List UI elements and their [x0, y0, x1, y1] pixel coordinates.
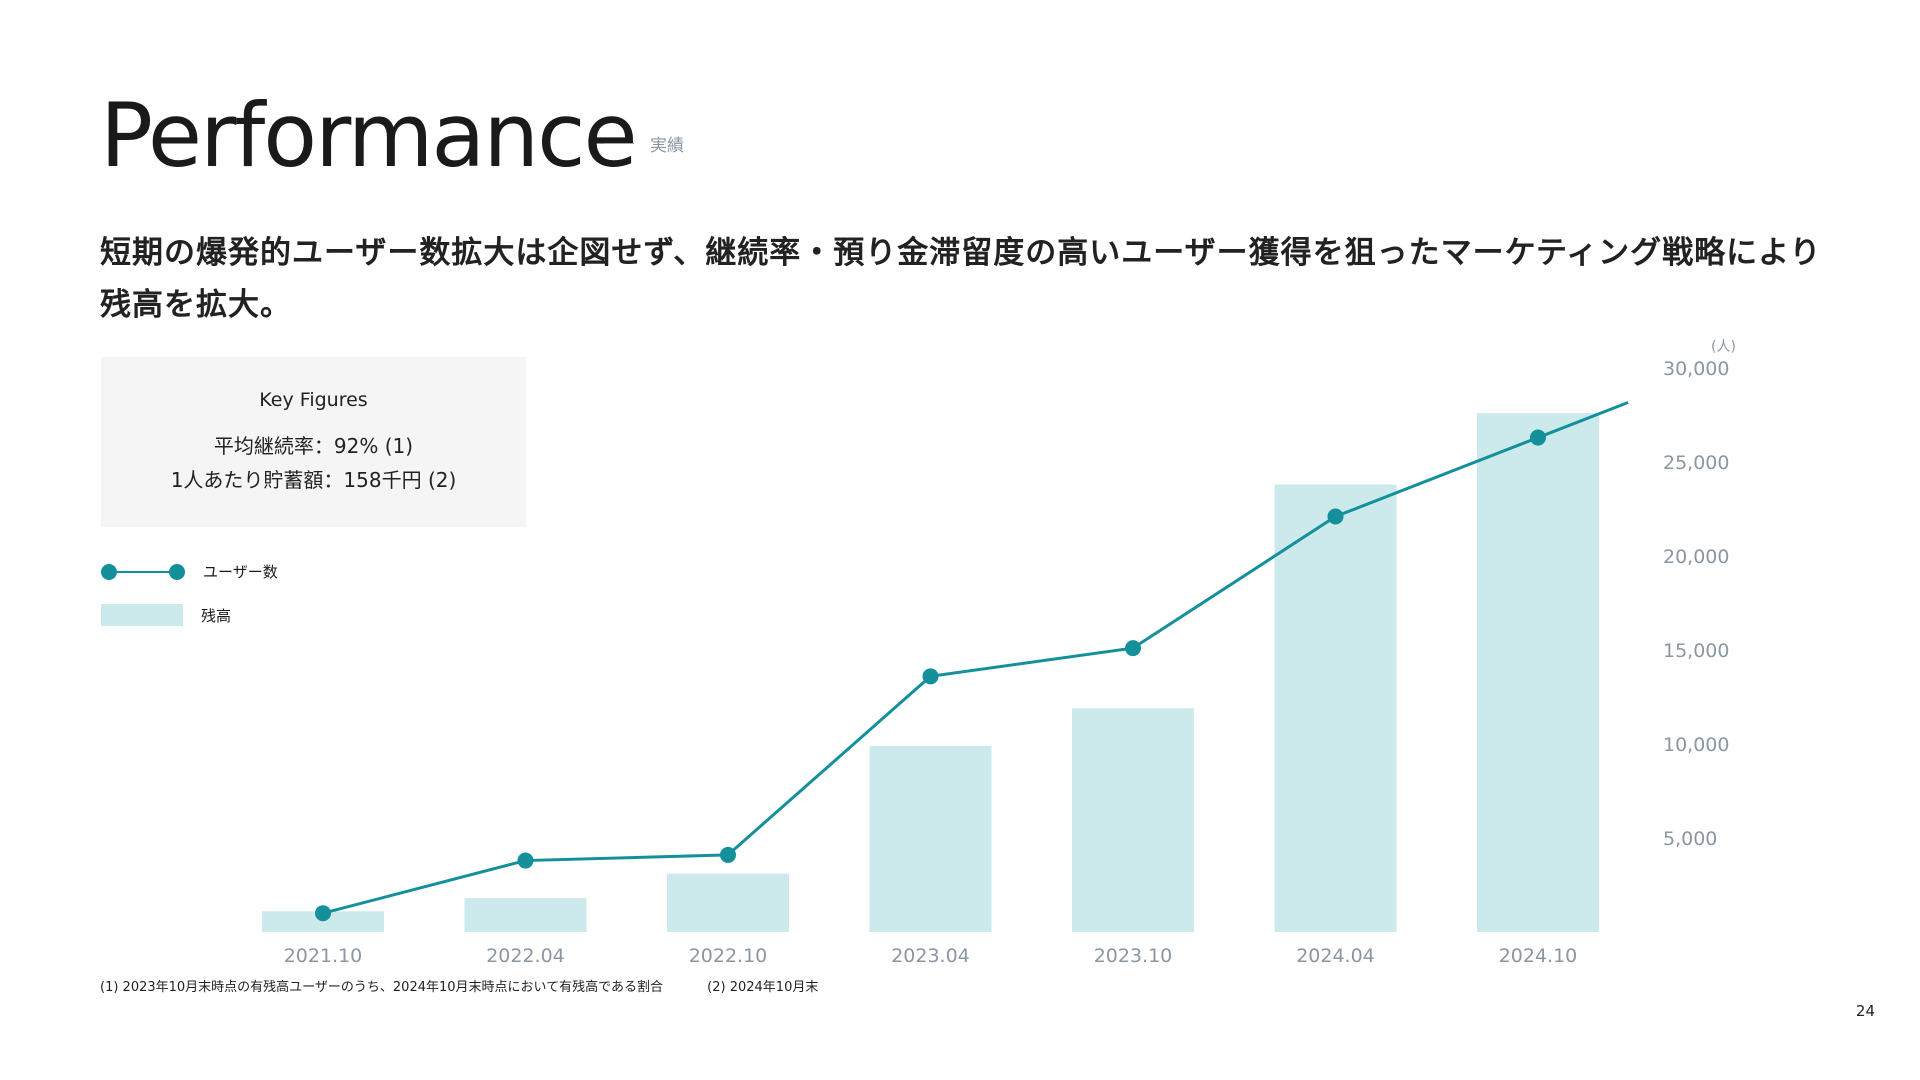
y-tick-label: 30,000 — [1663, 358, 1729, 380]
combo-chart: 2021.10 2022.04 2022.10 2023.04 2023.10 2024.… — [262, 339, 1736, 967]
line-point-2023.04 — [922, 668, 939, 685]
x-tick-label: 2022.10 — [689, 945, 768, 967]
y-tick-label: 25,000 — [1663, 452, 1729, 474]
line-point-2024.10 — [1530, 429, 1546, 446]
x-tick-label: 2023.04 — [891, 945, 970, 967]
x-tick-label: 2023.10 — [1094, 945, 1173, 967]
bar-2023.10 — [1072, 708, 1194, 932]
line-point-2023.10 — [1125, 640, 1141, 657]
footnote-2: (2) 2024年10月末 — [707, 980, 819, 995]
footnote-1: (1) 2023年10月末時点の有残高ユーザーのうち、2024年10月末時点にお… — [100, 980, 664, 995]
page-number: 24 — [1855, 1002, 1875, 1020]
y-tick-label: 5,000 — [1663, 828, 1717, 850]
line-point-2021.10 — [315, 905, 331, 922]
bar-2022.04 — [464, 898, 587, 932]
footnotes: (1) 2023年10月末時点の有残高ユーザーのうち、2024年10月末時点にお… — [100, 976, 818, 995]
line-point-2022.10 — [720, 846, 736, 863]
bar-2023.04 — [869, 745, 992, 932]
x-tick-label: 2022.04 — [486, 945, 565, 967]
y-tick-label: 20,000 — [1663, 546, 1729, 568]
x-tick-label: 2024.04 — [1296, 945, 1375, 967]
line-point-2024.04 — [1327, 508, 1344, 525]
bar-2022.10 — [667, 873, 789, 932]
y-tick-label: 15,000 — [1663, 640, 1729, 662]
y-axis-unit: (人) — [1711, 339, 1736, 355]
bar-2024.10 — [1477, 413, 1599, 932]
y-tick-label: 10,000 — [1663, 734, 1729, 756]
x-tick-label: 2024.10 — [1499, 945, 1578, 967]
bar-2024.04 — [1274, 484, 1397, 932]
line-point-2022.04 — [517, 852, 534, 869]
x-tick-label: 2021.10 — [284, 945, 363, 967]
